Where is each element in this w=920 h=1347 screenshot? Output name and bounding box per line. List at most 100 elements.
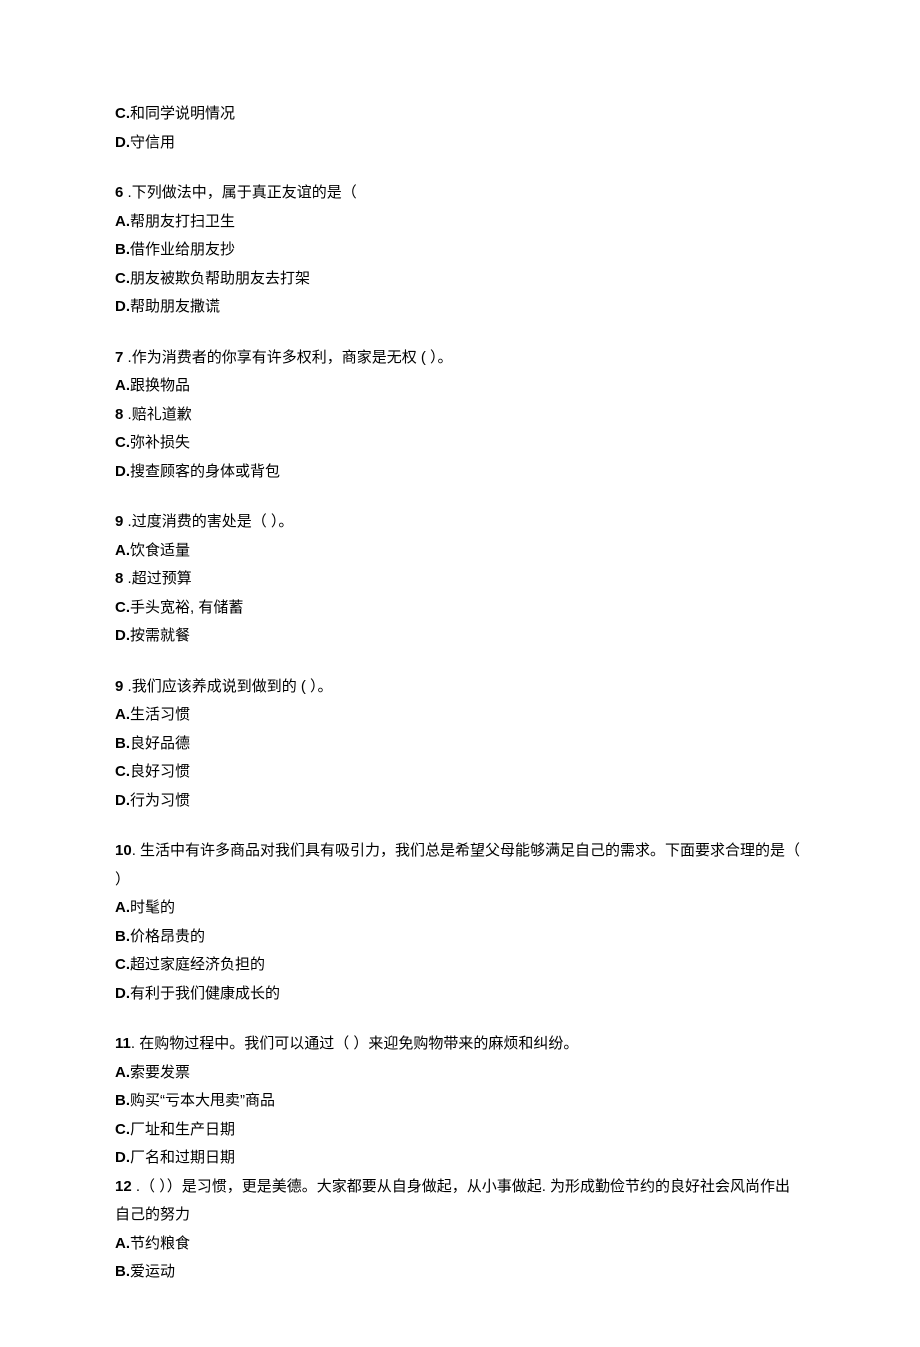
q7-option-a: A.跟换物品	[115, 372, 805, 401]
option-text: 赔礼道歉	[132, 406, 192, 423]
option-text: 饮食适量	[130, 542, 190, 559]
option-sep: .	[123, 406, 131, 423]
option-text: 厂名和过期日期	[130, 1149, 235, 1166]
question-sep: .	[123, 184, 131, 201]
spacer	[115, 815, 805, 837]
option-text: 索要发票	[130, 1064, 190, 1081]
option-letter: D.	[115, 627, 130, 644]
q9-stem: 9 .我们应该养成说到做到的 ( ）。	[115, 673, 805, 702]
q11-option-d: D.厂名和过期日期	[115, 1144, 805, 1173]
option-text: 借作业给朋友抄	[130, 241, 235, 258]
question-sep: .	[123, 678, 131, 695]
option-text: 良好习惯	[130, 763, 190, 780]
question-number: 10	[115, 842, 132, 859]
option-letter: D.	[115, 1149, 130, 1166]
q7-option-d: D.搜查顾客的身体或背包	[115, 458, 805, 487]
question-sep: .	[123, 349, 131, 366]
q6-option-b: B.借作业给朋友抄	[115, 236, 805, 265]
q11-option-c: C.厂址和生产日期	[115, 1116, 805, 1145]
question-text: 作为消费者的你享有许多权利，商家是无权 ( ）。	[132, 349, 453, 366]
option-letter: A.	[115, 377, 130, 394]
option-text: 行为习惯	[130, 792, 190, 809]
option-text: 价格昂贵的	[130, 928, 205, 945]
q11-stem: 11. 在购物过程中。我们可以通过（ ）来迎免购物带来的麻烦和纠纷。	[115, 1030, 805, 1059]
q6-option-c: C.朋友被欺负帮助朋友去打架	[115, 265, 805, 294]
option-letter: C.	[115, 105, 130, 122]
option-letter: D.	[115, 298, 130, 315]
option-text: 厂址和生产日期	[130, 1121, 235, 1138]
option-letter: A.	[115, 1235, 130, 1252]
q7-option-c: C.弥补损失	[115, 429, 805, 458]
option-text: 购买“亏本大甩卖”商品	[130, 1092, 275, 1109]
q12-option-b: B.爱运动	[115, 1258, 805, 1287]
option-letter: A.	[115, 213, 130, 230]
option-letter: D.	[115, 134, 130, 151]
q8-option-c: C.手头宽裕, 有储蓄	[115, 594, 805, 623]
option-text: 守信用	[130, 134, 175, 151]
q8-stem: 9 .过度消费的害处是（ ）。	[115, 508, 805, 537]
question-text: 在购物过程中。我们可以通过（ ）来迎免购物带来的麻烦和纠纷。	[139, 1035, 578, 1052]
option-text: 爱运动	[130, 1263, 175, 1280]
option-text: 手头宽裕, 有储蓄	[130, 599, 243, 616]
option-text: 有利于我们健康成长的	[130, 985, 280, 1002]
question-sep: .	[123, 513, 131, 530]
option-letter: C.	[115, 434, 130, 451]
q7-option-b: 8 .赔礼道歉	[115, 401, 805, 430]
spacer	[115, 486, 805, 508]
option-letter: B.	[115, 1092, 130, 1109]
option-sep: .	[123, 570, 131, 587]
q7-stem: 7 .作为消费者的你享有许多权利，商家是无权 ( ）。	[115, 344, 805, 373]
q8-option-a: A.饮食适量	[115, 537, 805, 566]
option-letter: C.	[115, 1121, 130, 1138]
option-letter: C.	[115, 956, 130, 973]
q6-option-a: A.帮朋友打扫卫生	[115, 208, 805, 237]
question-text: （ ））是习惯，更是美德。大家都要从自身做起，从小事做起. 为形成勤俭节约的良好…	[115, 1178, 790, 1224]
q9-option-c: C.良好习惯	[115, 758, 805, 787]
q6-option-d: D.帮助朋友撒谎	[115, 293, 805, 322]
option-letter: D.	[115, 463, 130, 480]
option-letter: A.	[115, 1064, 130, 1081]
option-text: 搜查顾客的身体或背包	[130, 463, 280, 480]
q9-option-b: B.良好品德	[115, 730, 805, 759]
option-text: 超过家庭经济负担的	[130, 956, 265, 973]
question-text: 下列做法中，属于真正友谊的是（	[132, 184, 357, 201]
q11-option-a: A.索要发票	[115, 1059, 805, 1088]
option-letter: A.	[115, 542, 130, 559]
q12-option-a: A.节约粮食	[115, 1230, 805, 1259]
option-letter: B.	[115, 241, 130, 258]
option-text: 良好品德	[130, 735, 190, 752]
q12-stem: 12 .（ ））是习惯，更是美德。大家都要从自身做起，从小事做起. 为形成勤俭节…	[115, 1173, 805, 1230]
question-sep: .	[132, 842, 140, 859]
question-sep: .	[131, 1035, 139, 1052]
q9-option-d: D.行为习惯	[115, 787, 805, 816]
option-text: 按需就餐	[130, 627, 190, 644]
option-text: 帮助朋友撒谎	[130, 298, 220, 315]
q5-option-c: C.和同学说明情况	[115, 100, 805, 129]
option-letter: A.	[115, 706, 130, 723]
spacer	[115, 322, 805, 344]
option-letter: B.	[115, 1263, 130, 1280]
q5-option-d: D.守信用	[115, 129, 805, 158]
q8-option-b: 8 .超过预算	[115, 565, 805, 594]
question-text: 我们应该养成说到做到的 ( ）。	[132, 678, 333, 695]
q8-option-d: D.按需就餐	[115, 622, 805, 651]
option-text: 节约粮食	[130, 1235, 190, 1252]
question-number: 11	[115, 1035, 131, 1052]
question-text: 生活中有许多商品对我们具有吸引力，我们总是希望父母能够满足自己的需求。下面要求合…	[115, 842, 800, 888]
option-text: 和同学说明情况	[130, 105, 235, 122]
option-text: 帮朋友打扫卫生	[130, 213, 235, 230]
option-text: 跟换物品	[130, 377, 190, 394]
q10-option-d: D.有利于我们健康成长的	[115, 980, 805, 1009]
option-text: 时髦的	[130, 899, 175, 916]
option-text: 朋友被欺负帮助朋友去打架	[130, 270, 310, 287]
option-letter: A.	[115, 899, 130, 916]
option-letter: B.	[115, 928, 130, 945]
option-text: 弥补损失	[130, 434, 190, 451]
option-text: 超过预算	[132, 570, 192, 587]
spacer	[115, 1008, 805, 1030]
option-letter: C.	[115, 763, 130, 780]
spacer	[115, 651, 805, 673]
q6-stem: 6 .下列做法中，属于真正友谊的是（	[115, 179, 805, 208]
option-letter: D.	[115, 985, 130, 1002]
q10-option-c: C.超过家庭经济负担的	[115, 951, 805, 980]
